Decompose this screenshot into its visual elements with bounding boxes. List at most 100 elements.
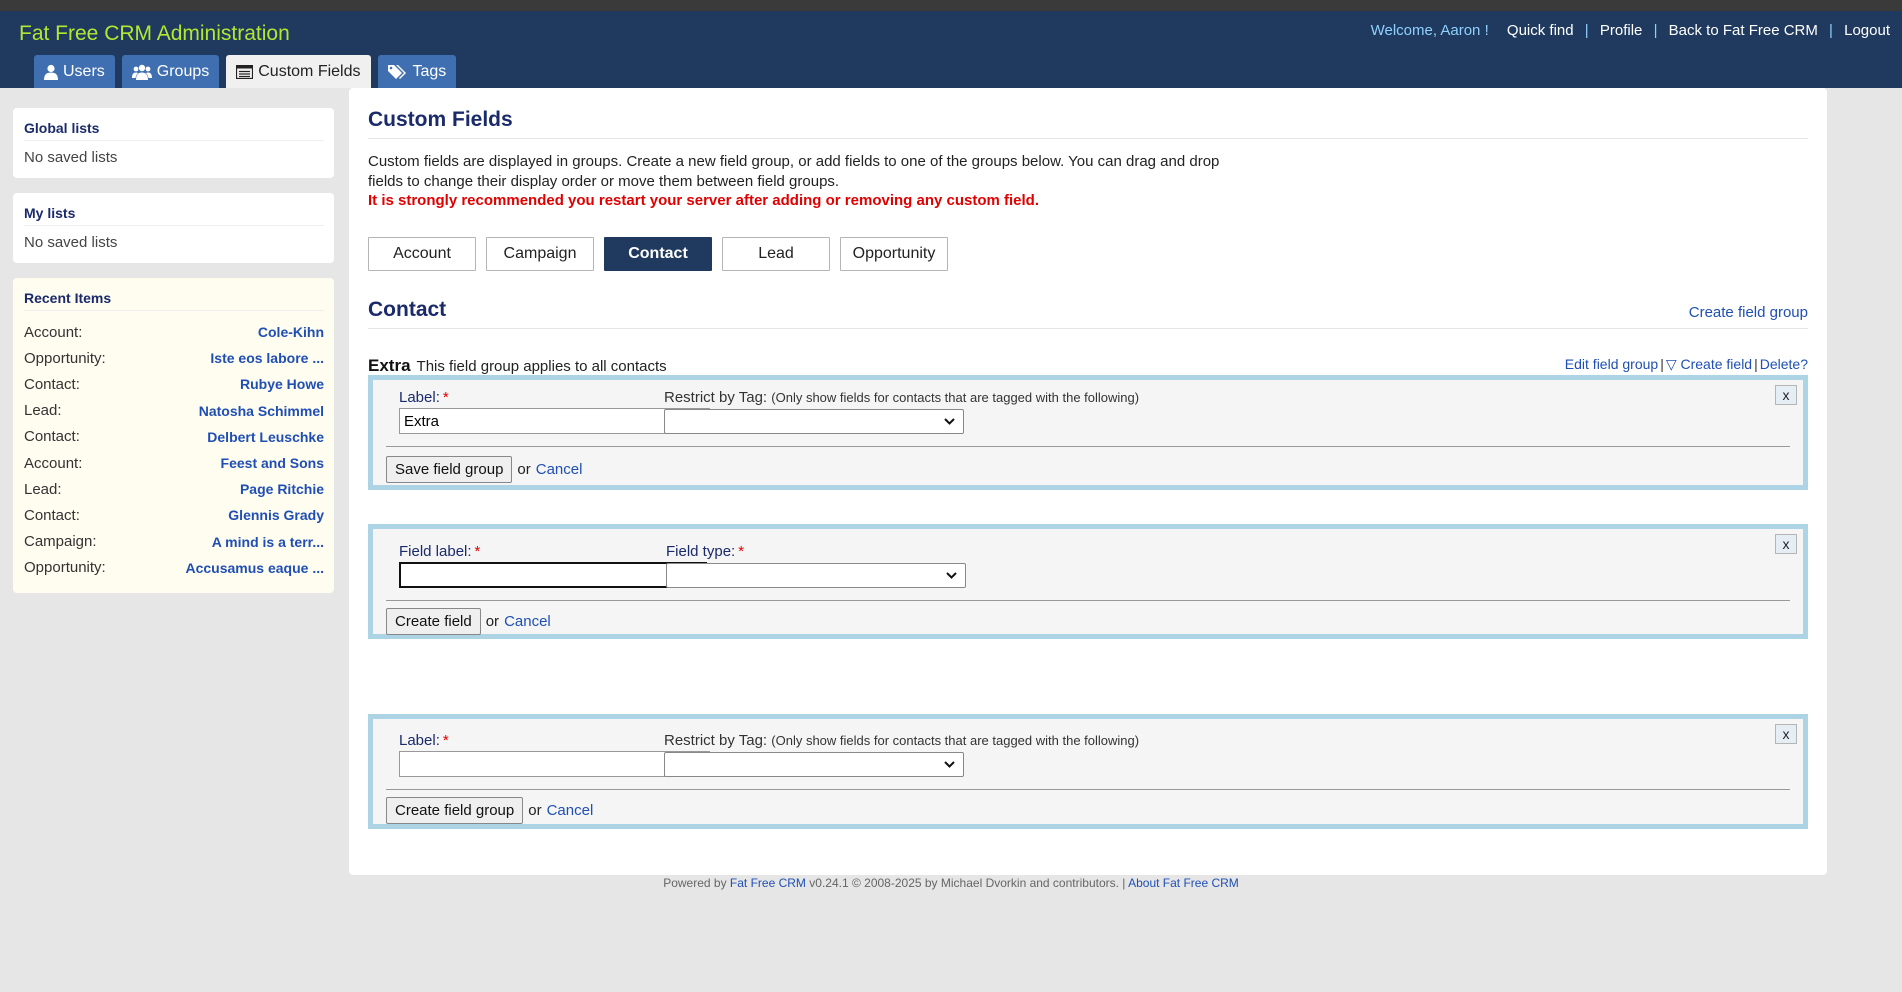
footer-copyright: v0.24.1 © 2008-2025 by Michael Dvorkin a… <box>809 876 1126 890</box>
tab-groups[interactable]: Groups <box>121 55 220 88</box>
browser-top-strip <box>0 0 1902 11</box>
label-text: Label: <box>399 732 440 749</box>
recent-item-kind: Contact: <box>24 506 80 524</box>
recent-item-link[interactable]: Glennis Grady <box>228 507 324 523</box>
recent-item-kind: Lead: <box>24 480 62 498</box>
field-group-header: Extra This field group applies to all con… <box>368 356 667 376</box>
recent-item: Contact: Rubye Howe <box>24 371 324 397</box>
tab-custom-fields[interactable]: Custom Fields <box>226 55 371 88</box>
global-lists-empty: No saved lists <box>24 149 118 166</box>
recent-item-link[interactable]: Natosha Schimmel <box>199 403 324 419</box>
close-button[interactable]: x <box>1775 534 1797 554</box>
quick-find-link[interactable]: Quick find <box>1507 22 1574 39</box>
recent-items-box: Recent Items Account: Cole-Kihn Opportuni… <box>13 278 334 593</box>
create-field-group-link[interactable]: Create field group <box>1689 304 1808 321</box>
delete-group-link[interactable]: Delete? <box>1760 356 1808 372</box>
recent-item-link[interactable]: Feest and Sons <box>221 455 324 471</box>
admin-tabs: Users Groups Custom Fields Tags <box>34 55 457 88</box>
form-actions: Create field group or Cancel <box>386 797 593 824</box>
restrict-tag-hint: (Only show fields for contacts that are … <box>771 733 1140 748</box>
recent-item-link[interactable]: Accusamus eaque ... <box>185 560 324 576</box>
recent-item: Lead: Page Ritchie <box>24 476 324 502</box>
my-lists-empty: No saved lists <box>24 234 118 251</box>
save-field-group-button[interactable]: Save field group <box>386 456 513 483</box>
recent-item-link[interactable]: A mind is a terr... <box>212 534 324 550</box>
recent-item-kind: Lead: <box>24 402 62 420</box>
intro-text: Custom fields are displayed in groups. C… <box>368 153 1220 190</box>
or-text: or <box>517 461 531 478</box>
create-field-group-button[interactable]: Create field group <box>386 797 524 824</box>
tab-label: Groups <box>156 62 210 80</box>
required-marker: * <box>738 543 745 560</box>
restrict-tag-select[interactable] <box>664 409 964 434</box>
field-label-input[interactable] <box>399 562 707 588</box>
restrict-tag-label: Restrict by Tag: (Only show fields for c… <box>664 732 1139 749</box>
recent-item-kind: Account: <box>24 323 83 341</box>
chevron-down-icon <box>945 567 958 587</box>
create-field-link[interactable]: ▽ Create field <box>1666 356 1752 372</box>
sidebar: Global lists No saved lists My lists No … <box>13 108 334 608</box>
tags-icon <box>387 64 408 80</box>
my-lists-box: My lists No saved lists <box>13 193 334 263</box>
profile-link[interactable]: Profile <box>1600 22 1643 39</box>
global-lists-box: Global lists No saved lists <box>13 108 334 178</box>
about-link[interactable]: About Fat Free CRM <box>1128 876 1239 890</box>
recent-item-kind: Contact: <box>24 375 80 393</box>
app-header: Fat Free CRM Administration Welcome, Aar… <box>0 11 1902 88</box>
recent-item: Campaign: A mind is a terr... <box>24 529 324 555</box>
action-separator: | <box>1660 356 1664 372</box>
footer-product-link[interactable]: Fat Free CRM <box>730 876 806 890</box>
recent-item: Opportunity: Iste eos labore ... <box>24 345 324 371</box>
recent-item-link[interactable]: Cole-Kihn <box>258 324 324 340</box>
create-field-panel: x Field label: * Field type: * Create fiel… <box>368 524 1808 639</box>
cancel-link[interactable]: Cancel <box>504 613 551 630</box>
nav-separator: | <box>1584 22 1589 39</box>
back-to-crm-link[interactable]: Back to Fat Free CRM <box>1669 22 1818 39</box>
close-button[interactable]: x <box>1775 385 1797 405</box>
app-title: Fat Free CRM Administration <box>19 22 290 45</box>
recent-item-link[interactable]: Rubye Howe <box>240 376 324 392</box>
field-group-name: Extra <box>368 356 411 375</box>
type-button-account[interactable]: Account <box>368 237 476 271</box>
restrict-tag-text: Restrict by Tag: <box>664 732 768 749</box>
field-group-description: This field group applies to all contacts <box>416 358 667 375</box>
recent-item-kind: Account: <box>24 454 83 472</box>
tab-users[interactable]: Users <box>34 55 115 88</box>
action-separator: | <box>1754 356 1758 372</box>
type-button-lead[interactable]: Lead <box>722 237 830 271</box>
restart-warning: It is strongly recommended you restart y… <box>368 192 1040 209</box>
recent-item-link[interactable]: Iste eos labore ... <box>210 350 324 366</box>
main-content: Custom Fields Custom fields are displaye… <box>349 88 1827 875</box>
edit-field-group-link[interactable]: Edit field group <box>1565 356 1658 372</box>
tab-label: Tags <box>412 62 447 80</box>
type-button-opportunity[interactable]: Opportunity <box>840 237 948 271</box>
edit-field-group-panel: x Label: * Restrict by Tag: (Only show fi… <box>368 375 1808 490</box>
recent-item: Contact: Delbert Leuschke <box>24 424 324 450</box>
required-marker: * <box>442 389 449 406</box>
chevron-down-icon <box>943 413 956 433</box>
create-field-button[interactable]: Create field <box>386 608 481 635</box>
nav-separator: | <box>1653 22 1658 39</box>
restrict-tag-select[interactable] <box>664 752 964 777</box>
top-nav: Welcome, Aaron ! Quick find | Profile | … <box>1371 22 1890 39</box>
type-button-contact[interactable]: Contact <box>604 237 712 271</box>
section-title: Contact <box>368 298 1808 329</box>
restrict-tag-hint: (Only show fields for contacts that are … <box>771 390 1140 405</box>
field-label-label: Field label: * <box>399 543 480 560</box>
cancel-link[interactable]: Cancel <box>536 461 583 478</box>
field-group-actions: Edit field group | ▽ Create field | Delete? <box>1565 356 1808 373</box>
recent-item: Lead: Natosha Schimmel <box>24 398 324 424</box>
list-icon <box>236 64 254 79</box>
recent-item-link[interactable]: Delbert Leuschke <box>207 429 324 445</box>
field-type-select[interactable] <box>666 563 966 588</box>
or-text: or <box>485 613 500 630</box>
label-field-label: Label: * <box>399 389 449 406</box>
tab-tags[interactable]: Tags <box>377 55 457 88</box>
recent-item: Account: Cole-Kihn <box>24 319 324 345</box>
cancel-link[interactable]: Cancel <box>547 802 594 819</box>
recent-item-link[interactable]: Page Ritchie <box>240 481 324 497</box>
close-button[interactable]: x <box>1775 724 1797 744</box>
type-button-campaign[interactable]: Campaign <box>486 237 594 271</box>
logout-link[interactable]: Logout <box>1844 22 1890 39</box>
recent-item: Account: Feest and Sons <box>24 450 324 476</box>
